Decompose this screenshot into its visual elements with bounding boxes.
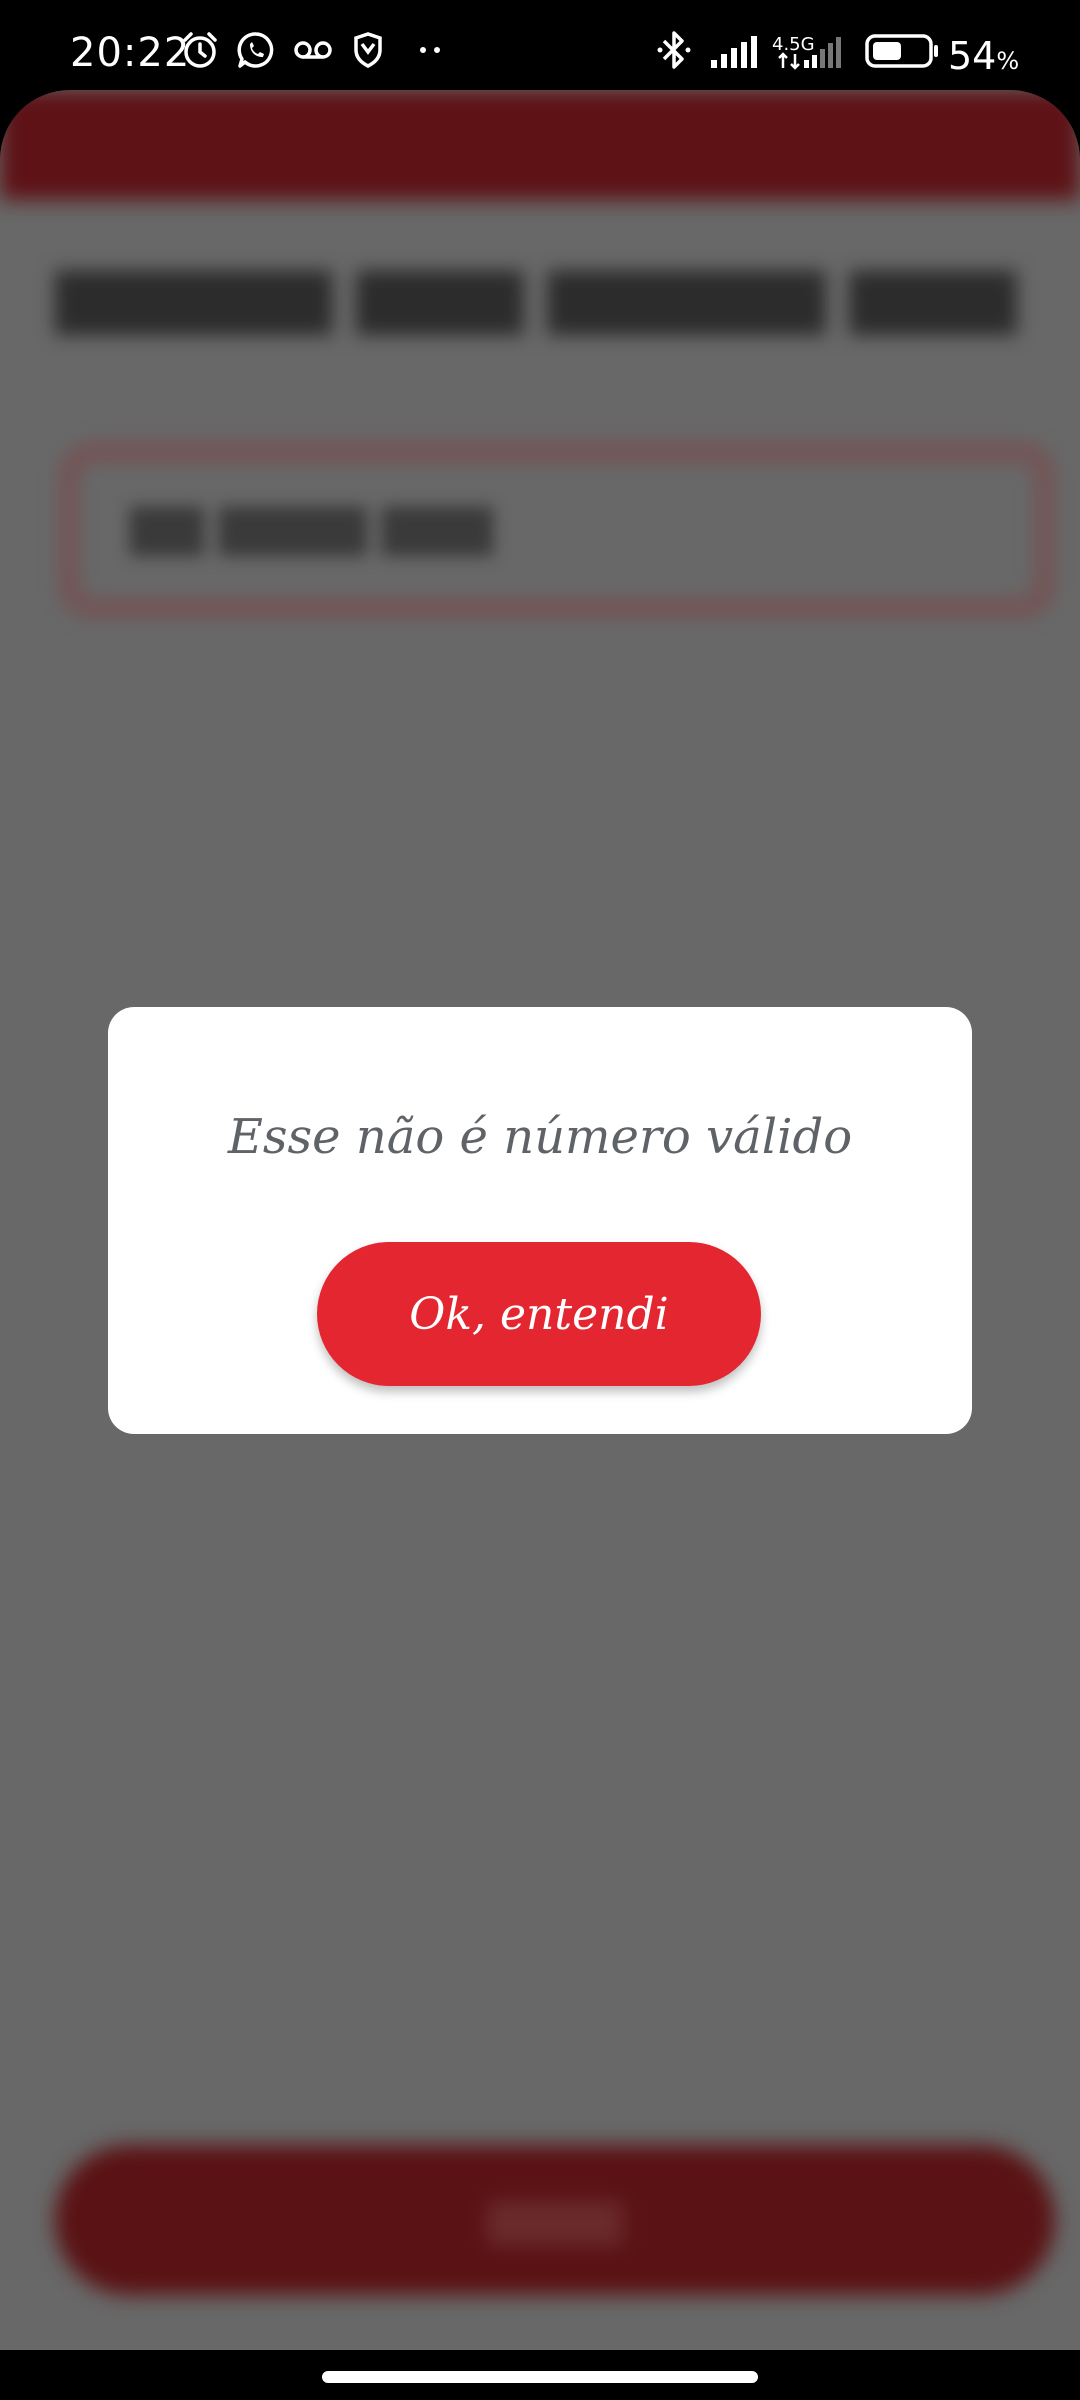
app-header (0, 90, 1080, 200)
home-indicator[interactable] (322, 2371, 758, 2383)
status-bar: 20:22 4.5G 54% (0, 0, 1080, 90)
dialog-message: Esse não é número válido (227, 1109, 853, 1165)
status-time: 20:22 (70, 30, 191, 76)
blurred-input-value: ▇▇ ▇▇▇▇ ▇▇▇ (130, 500, 493, 556)
navigation-bar (0, 2350, 1080, 2400)
alert-dialog: Esse não é número válido Ok, entendi (108, 1007, 972, 1434)
signal-icon (708, 30, 764, 70)
whatsapp-icon (234, 30, 278, 70)
battery-icon (864, 30, 940, 70)
bluetooth-icon (654, 30, 694, 70)
blurred-heading: ▇▇▇▇▇ ▇▇▇ ▇▇▇▇▇ ▇▇▇ (55, 260, 1017, 335)
blurred-submit-button: ▇▇▇▇ (55, 2145, 1055, 2295)
ok-button[interactable]: Ok, entendi (317, 1242, 761, 1386)
voicemail-icon (290, 30, 336, 70)
screen: 20:22 4.5G 54% ▇▇▇▇▇ ▇▇▇ ▇▇▇▇▇ ▇▇▇ ▇▇ ▇▇… (0, 0, 1080, 2400)
more-dots-icon (412, 30, 448, 70)
battery-percentage: 54% (948, 34, 1020, 78)
signal-icon-2 (776, 30, 848, 70)
shield-icon (350, 30, 386, 70)
alarm-icon (178, 30, 222, 70)
